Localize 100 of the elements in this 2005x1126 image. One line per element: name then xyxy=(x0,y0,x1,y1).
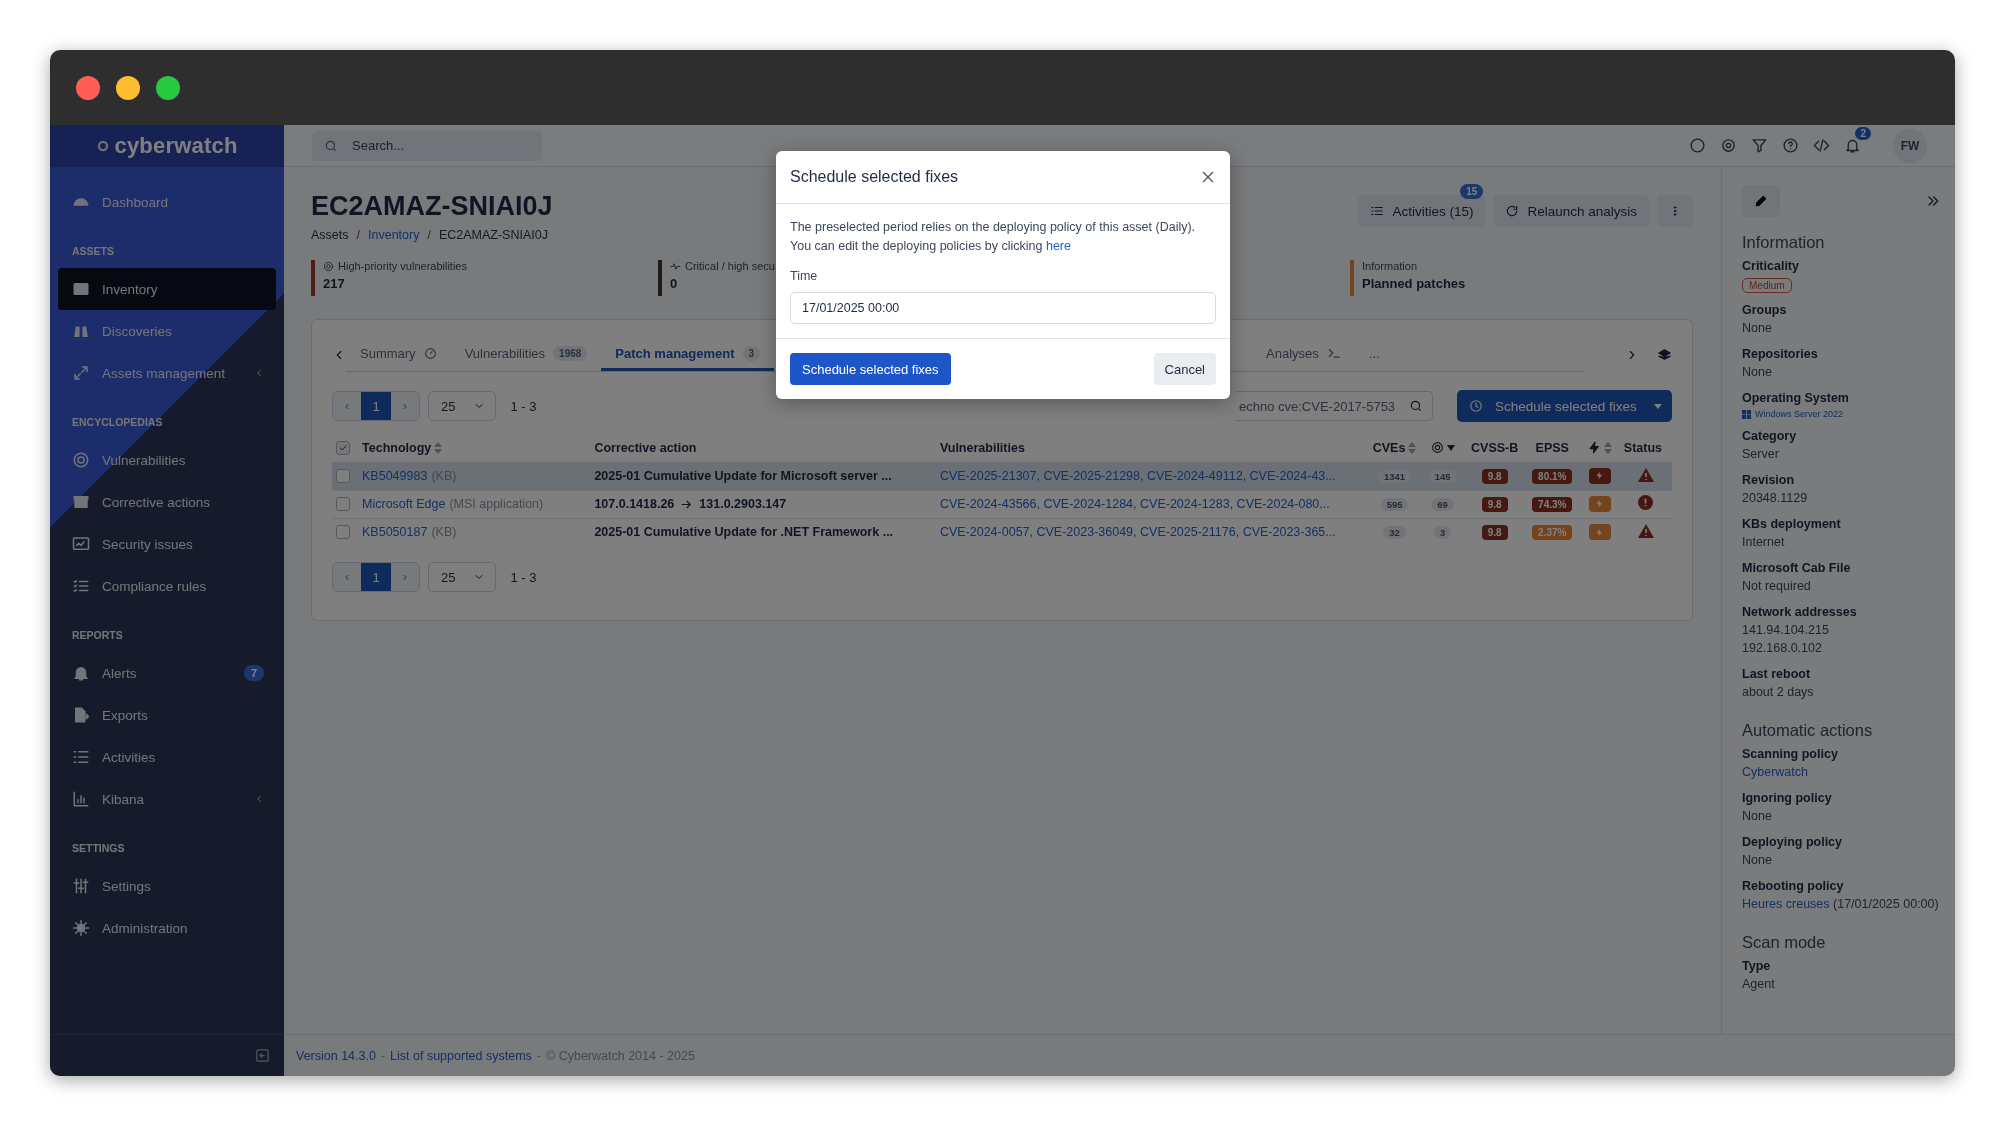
bolt-icon xyxy=(1587,441,1601,455)
schedule-fixes-button[interactable]: Schedule selected fixes xyxy=(790,353,951,385)
sort-icon[interactable] xyxy=(1408,441,1417,454)
breadcrumb-link[interactable]: Inventory xyxy=(368,228,420,242)
technology-link[interactable]: KB5050187 xyxy=(362,525,428,540)
cancel-button[interactable]: Cancel xyxy=(1153,353,1216,385)
pulse-icon xyxy=(670,260,681,272)
cve-links[interactable]: CVE-2024-43566, CVE-2024-1284, CVE-2024-1283, CVE-2024-080... xyxy=(939,497,1330,511)
sidebar-item[interactable]: Kibana xyxy=(58,778,276,820)
row-checkbox[interactable] xyxy=(336,469,350,483)
field-label: Time xyxy=(790,269,819,283)
sidebar-item[interactable]: Discoveries xyxy=(58,310,276,352)
field-label: Revision xyxy=(1742,472,1796,489)
technology-link[interactable]: KB5049983 xyxy=(362,469,428,483)
section-title: Information xyxy=(1742,233,1826,252)
cvss-score: 9.8 xyxy=(1481,468,1508,484)
count-badge: 3 xyxy=(742,345,761,361)
breadcrumb-separator: / xyxy=(427,228,431,242)
previous-page-button[interactable]: ‹ xyxy=(333,563,361,591)
previous-page-button[interactable]: ‹ xyxy=(333,392,361,420)
cve-links[interactable]: CVE-2024-0057, CVE-2023-36049, CVE-2025-21176, CVE-2023-365... xyxy=(939,525,1336,540)
next-page-button[interactable]: › xyxy=(391,563,419,591)
tab[interactable]: Vulnerabilities 1968 xyxy=(450,338,602,371)
chevron-left-icon xyxy=(254,793,264,805)
page-button[interactable]: 1 xyxy=(361,563,391,591)
corrective-action: 2025-01 Cumulative Update for .NET Framework ... xyxy=(594,525,895,540)
select-all-checkbox[interactable] xyxy=(336,440,350,455)
collapse-icon[interactable] xyxy=(255,1048,270,1063)
per-page-select[interactable]: 25 xyxy=(428,391,497,421)
relaunch-analysis-button[interactable]: Relaunch analysis xyxy=(1493,195,1649,227)
column-header: Corrective action xyxy=(594,440,697,455)
target-icon xyxy=(1430,441,1444,455)
sidebar-item[interactable]: Activities xyxy=(58,736,276,778)
table-row[interactable]: Microsoft Edge (MSI application) 107.0.1418.26 131.0.2903.147 CVE-2024-43566, CVE-2024-1284, CVE-2024-1283, CVE-2024-080... 595 69 9.8 74.3% xyxy=(332,490,1672,518)
help-icon[interactable] xyxy=(1782,137,1799,154)
breadcrumb-separator: / xyxy=(356,228,360,242)
search-field[interactable]: Search... xyxy=(312,130,542,161)
edit-button[interactable] xyxy=(1742,185,1780,217)
table-row[interactable]: KB5050187 (KB) 2025-01 Cumulative Update for .NET Framework ... CVE-2024-0057, CVE-2023-36049, CVE-2025-21176, CVE-2023-365... 32 3 9.8 2.37% xyxy=(332,518,1672,546)
sidebar-item[interactable]: Inventory xyxy=(58,268,276,310)
sort-icon[interactable] xyxy=(434,441,443,454)
sidebar-item[interactable]: Corrective actions xyxy=(58,481,276,523)
tab[interactable]: Analyses xyxy=(1252,338,1355,371)
field-label: Scanning policy xyxy=(1742,746,1839,763)
check-icon xyxy=(338,442,348,453)
footer-link[interactable]: Version 14.3.0 xyxy=(296,1048,376,1063)
code-icon[interactable] xyxy=(1813,137,1830,154)
row-checkbox[interactable] xyxy=(336,497,350,511)
policy-link[interactable]: Cyberwatch xyxy=(1742,765,1808,779)
caret-down-icon[interactable] xyxy=(1654,403,1662,409)
field-label: Last reboot xyxy=(1742,666,1812,683)
footer-link[interactable]: List of supported systems xyxy=(390,1048,532,1063)
time-input[interactable]: 17/01/2025 00:00 xyxy=(790,292,1216,324)
technology-type: (MSI application) xyxy=(449,497,544,511)
per-page-select[interactable]: 25 xyxy=(428,562,497,592)
breadcrumb-item: Assets xyxy=(311,228,349,242)
field-value: None xyxy=(1742,364,1773,381)
row-checkbox[interactable] xyxy=(336,525,350,540)
search-icon xyxy=(1409,399,1423,413)
sort-icon[interactable] xyxy=(1603,441,1612,454)
field-value: Not required xyxy=(1742,578,1812,595)
column-header: Status xyxy=(1623,440,1663,455)
filter-icon[interactable] xyxy=(1751,137,1768,154)
user-avatar[interactable]: FW xyxy=(1893,128,1927,163)
version-from: 107.0.1418.26 xyxy=(594,497,675,511)
technology-link[interactable]: Microsoft Edge xyxy=(362,497,446,511)
sidebar-item[interactable]: Settings xyxy=(58,865,276,907)
sidebar-item[interactable]: Security issues xyxy=(58,523,276,565)
field-label: Type xyxy=(1742,958,1772,975)
circle-icon[interactable] xyxy=(1689,137,1706,154)
next-page-button[interactable]: › xyxy=(391,392,419,420)
minimize-window-button[interactable] xyxy=(116,75,140,100)
close-window-button[interactable] xyxy=(76,75,100,100)
clock-icon xyxy=(1469,399,1483,413)
here-link[interactable]: here xyxy=(1045,239,1071,253)
gear-icon xyxy=(72,919,90,937)
modal-description: The preselected period relies on the deploying policy of this asset (Daily). You can edit the deploying policies by clicking here xyxy=(790,219,1197,255)
stat-label: Information xyxy=(1362,260,1418,272)
page-button[interactable]: 1 xyxy=(361,392,391,420)
notifications-icon[interactable] xyxy=(1844,137,1861,154)
tab[interactable]: Patch management 3 xyxy=(601,338,775,371)
bolt-icon xyxy=(1595,526,1605,538)
activities-button[interactable]: Activities (15) xyxy=(1358,195,1486,227)
bell-icon xyxy=(72,664,90,682)
schedule-fixes-button[interactable]: Schedule selected fixes xyxy=(1457,390,1672,422)
maximize-window-button[interactable] xyxy=(156,75,180,100)
column-header: EPSS xyxy=(1535,440,1569,455)
close-icon xyxy=(1200,169,1216,185)
sidebar-item[interactable]: Compliance rules xyxy=(58,565,276,607)
policy-link[interactable]: Heures creuses xyxy=(1742,897,1830,911)
layers-icon[interactable] xyxy=(1657,347,1672,363)
sidebar-item[interactable]: Dashboard xyxy=(58,181,276,223)
tab[interactable]: Summary xyxy=(346,338,451,371)
close-button[interactable] xyxy=(1200,169,1216,185)
caret-down-icon[interactable] xyxy=(1446,444,1455,451)
sidebar-item[interactable]: Administration xyxy=(58,907,276,949)
sidebar-item[interactable]: Exports xyxy=(58,694,276,736)
sidebar-item[interactable]: Alerts 7 xyxy=(58,652,276,694)
search-field[interactable]: echno cve:CVE-2017-5753 xyxy=(1235,391,1433,421)
tab[interactable]: ... xyxy=(1354,338,1394,371)
